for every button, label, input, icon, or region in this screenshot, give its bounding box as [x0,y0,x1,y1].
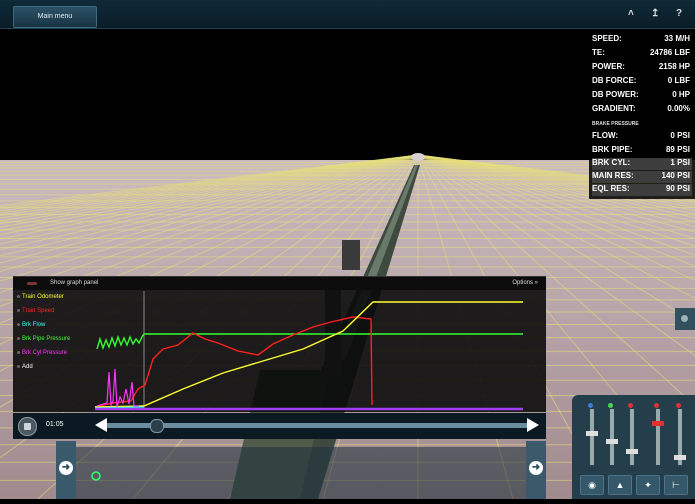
lever-handle[interactable] [652,421,664,426]
hud-row-flow: FLOW: 0 PSI [592,131,690,140]
arrow-right-icon: ➜ [529,461,543,475]
hud-row-brk-cyl: BRK CYL: 1 PSI [592,158,692,170]
nav-prev-button[interactable]: ➜ [56,441,76,499]
train-position-marker [91,471,101,481]
series-brk-pipe-pressure [96,333,523,351]
hud-row-db-power: DB POWER: 0 HP [592,90,690,99]
arrow-left-icon: ➜ [59,461,73,475]
indicator-led [588,403,593,408]
eye-icon: ◉ [588,480,596,490]
lever-handle[interactable] [586,431,598,436]
series-train-odometer [94,301,523,408]
top-toolbar: Main menu ˄ ↥ ? [0,0,695,29]
indicator-led [676,403,681,408]
timeline-forward-icon[interactable] [527,418,539,432]
hud-row-gradient: GRADIENT: 0.00% [592,104,690,113]
independent-brake-lever[interactable] [674,409,686,465]
navigation-strip [58,447,546,499]
sander-icon: ✦ [644,480,652,490]
timeline-track-bar [105,423,529,428]
help-icon[interactable]: ? [676,8,682,19]
hud-row-eql-res: EQL RES: 90 PSI [592,184,692,196]
brake-pressure-header: BRAKE PRESSURE [592,121,639,127]
lever-handle[interactable] [606,439,618,444]
indicator-led [654,403,659,408]
camera-view-button[interactable]: ◉ [580,475,604,495]
timeline-scrubber-handle[interactable] [149,419,164,433]
series-brk-cyl-pressure [96,368,139,408]
reverser-lever[interactable] [586,409,598,465]
main-menu-button[interactable]: Main menu [13,6,97,28]
hud-readout-panel: SPEED: 33 M/H TE: 24786 LBF POWER: 2158 HP … [589,31,695,199]
indicator-led [628,403,633,408]
replay-timeline-bar: 01:05 [13,413,546,439]
hud-row-db-force: DB FORCE: 0 LBF [592,76,690,85]
horn-button[interactable]: ▲ [608,475,632,495]
throttle-lever[interactable] [606,409,618,465]
series-train-speed [94,316,373,408]
hud-row-main-res: MAIN RES: 140 PSI [592,171,692,183]
anchor-icon[interactable]: ↥ [651,8,659,19]
coupler-icon: ⊢ [672,480,680,490]
navigation-track-preview [91,471,101,481]
caret-up-icon[interactable]: ˄ [628,8,634,19]
sander-button[interactable]: ✦ [636,475,660,495]
driver-controls-panel: ◉ ▲ ✦ ⊢ [572,395,695,499]
train-brake-lever[interactable] [652,409,664,465]
nav-next-button[interactable]: ➜ [526,441,546,499]
stop-button[interactable] [18,417,37,436]
timeline-rewind-icon[interactable] [95,418,107,432]
graph-panel: Show graph panel Options » Train Odomete… [13,276,546,412]
coupler-button[interactable]: ⊢ [664,475,688,495]
hud-row-speed: SPEED: 33 M/H [592,34,690,43]
timeline-time: 01:05 [46,421,64,428]
lever-handle[interactable] [626,449,638,454]
graph-plot [94,291,523,411]
triangle-up-icon: ▲ [615,480,625,490]
indicator-led [608,403,613,408]
hud-row-te: TE: 24786 LBF [592,48,690,57]
side-panel-toggle[interactable] [675,308,695,330]
lever-handle[interactable] [674,455,686,460]
hud-row-power: POWER: 2158 HP [592,62,690,71]
dynamic-brake-lever[interactable] [626,409,638,465]
hud-row-brk-pipe: BRK PIPE: 89 PSI [592,145,690,154]
timeline-track[interactable] [95,418,539,433]
